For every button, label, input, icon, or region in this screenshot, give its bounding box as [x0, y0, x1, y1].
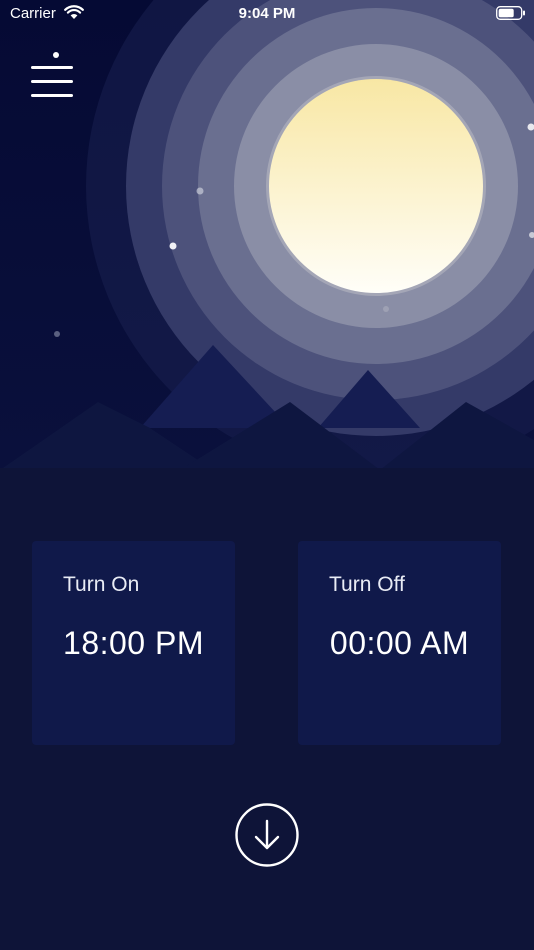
- download-button[interactable]: [235, 803, 299, 867]
- turn-on-time[interactable]: 18:00 PM: [32, 625, 235, 662]
- menu-line: [31, 94, 73, 97]
- arrow-down-circle-icon: [235, 803, 299, 867]
- status-bar: Carrier 9:04 PM: [0, 0, 534, 28]
- menu-dot: [53, 52, 59, 58]
- battery-icon: [496, 6, 525, 20]
- turn-on-card[interactable]: Turn On 18:00 PM: [32, 541, 235, 745]
- turn-off-time[interactable]: 00:00 AM: [298, 625, 501, 662]
- moon-icon: [269, 79, 483, 293]
- turn-off-card[interactable]: Turn Off 00:00 AM: [298, 541, 501, 745]
- turn-on-label: Turn On: [63, 573, 140, 596]
- menu-line: [31, 80, 73, 83]
- status-time: 9:04 PM: [238, 5, 296, 22]
- menu-button[interactable]: [28, 48, 78, 102]
- turn-off-label: Turn Off: [329, 573, 405, 596]
- menu-line: [31, 66, 73, 69]
